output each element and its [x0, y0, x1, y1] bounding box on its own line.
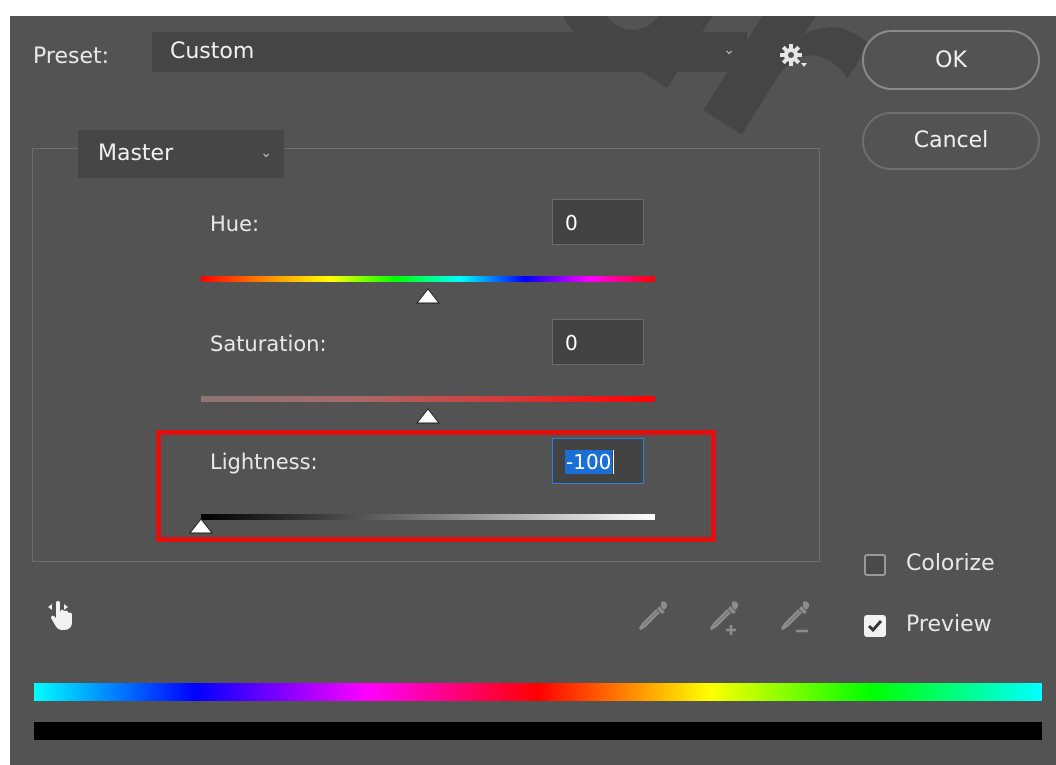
eyedropper-minus-icon[interactable]: [777, 598, 815, 638]
chevron-down-icon: ⌄: [260, 145, 272, 161]
hue-label: Hue:: [210, 212, 260, 236]
colorize-checkbox[interactable]: [864, 554, 886, 576]
gear-icon[interactable]: [780, 44, 808, 72]
channel-dropdown[interactable]: Master ⌄: [78, 130, 284, 178]
hand-icon[interactable]: [46, 598, 80, 632]
hue-slider-track[interactable]: [201, 276, 655, 282]
preview-checkbox[interactable]: [864, 615, 886, 637]
eyedropper-plus-icon[interactable]: [706, 598, 744, 638]
preset-value: Custom: [170, 39, 255, 64]
lightness-slider-track[interactable]: [201, 514, 655, 520]
preset-label: Preset:: [33, 44, 110, 69]
checkmark-icon: [867, 620, 883, 633]
preset-dropdown[interactable]: Custom ⌄: [152, 32, 747, 72]
lightness-label: Lightness:: [210, 450, 318, 474]
text-cursor: [613, 450, 615, 474]
cancel-button[interactable]: Cancel: [862, 112, 1040, 170]
lightness-slider-thumb[interactable]: [188, 518, 214, 534]
saturation-slider-track[interactable]: [201, 396, 655, 402]
ok-button[interactable]: OK: [862, 30, 1040, 90]
saturation-value-input[interactable]: 0: [552, 319, 644, 365]
lightness-value-selection: -100: [565, 450, 613, 474]
hue-slider-thumb[interactable]: [415, 288, 441, 304]
lightness-value-input[interactable]: -100: [552, 438, 644, 484]
colorize-label: Colorize: [906, 551, 995, 576]
hue-value-input[interactable]: 0: [552, 199, 644, 245]
chevron-down-icon: ⌄: [723, 42, 735, 58]
left-white-strip: [0, 0, 10, 765]
hue-saturation-dialog: ar Preset: Custom ⌄ OK Cancel Master ⌄ H…: [0, 0, 1056, 765]
saturation-slider-thumb[interactable]: [415, 408, 441, 424]
channel-value: Master: [98, 141, 174, 166]
saturation-label: Saturation:: [210, 332, 327, 356]
eyedropper-icon[interactable]: [635, 598, 671, 634]
preview-label: Preview: [906, 612, 992, 637]
output-spectrum-bar: [34, 722, 1042, 740]
input-spectrum-bar: [34, 683, 1042, 701]
top-white-strip: [0, 0, 1056, 16]
